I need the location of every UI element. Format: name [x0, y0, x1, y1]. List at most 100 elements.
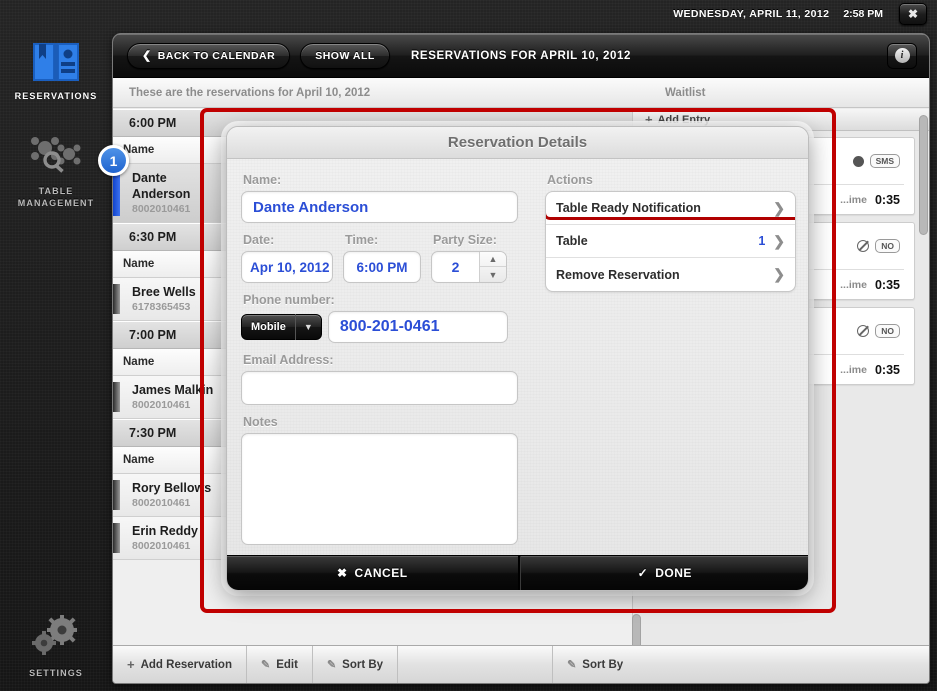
- waitlist-subtitle: Waitlist: [665, 86, 706, 99]
- x-icon: ✖: [336, 566, 348, 580]
- row-indicator: [113, 523, 120, 553]
- dialog-actions-column: Actions Table Ready Notification ❯ Table…: [531, 173, 796, 543]
- tables-icon: [31, 137, 81, 173]
- selection-indicator: [113, 170, 120, 216]
- edit-label: Edit: [276, 658, 298, 671]
- party-size-stepper[interactable]: 2 ▲ ▼: [431, 251, 507, 283]
- row-indicator: [113, 480, 120, 510]
- dialog-form-column: Name: Dante Anderson Date: Apr 10, 2012 …: [241, 173, 531, 545]
- add-reservation-label: Add Reservation: [140, 658, 232, 671]
- check-icon: ✓: [637, 566, 649, 580]
- sidebar-item-label: TABLE MANAGEMENT: [0, 185, 112, 209]
- email-input[interactable]: [241, 371, 518, 405]
- sidebar-item-table-management[interactable]: TABLE MANAGEMENT: [0, 133, 112, 209]
- phone-input[interactable]: 800-201-0461: [327, 311, 508, 343]
- done-label: DONE: [655, 566, 692, 580]
- sidebar: RESERVATIONS TABLE MANAGEMENT SETTINGS: [0, 28, 112, 691]
- sort-by-button[interactable]: ✎ Sort By: [313, 645, 399, 683]
- gears-icon: [32, 615, 77, 655]
- dialog-footer: ✖ CANCEL ✓ DONE: [227, 555, 809, 590]
- sidebar-label-line2: MANAGEMENT: [17, 198, 95, 208]
- system-date: WEDNESDAY, APRIL 11, 2012: [673, 8, 830, 20]
- wait-time-value: 0:35: [874, 278, 900, 292]
- chevron-right-icon: ❯: [773, 232, 785, 249]
- sort-by-label: Sort By: [342, 658, 384, 671]
- wait-time-label: ...ime: [840, 194, 867, 206]
- date-field: Date: Apr 10, 2012: [241, 233, 333, 283]
- sidebar-label-line1: TABLE: [38, 186, 74, 196]
- sidebar-item-reservations[interactable]: RESERVATIONS: [0, 40, 112, 102]
- status-badge: NO: [875, 324, 900, 338]
- sort-by-waitlist-label: Sort By: [582, 658, 624, 671]
- dialog-body: Name: Dante Anderson Date: Apr 10, 2012 …: [227, 159, 808, 557]
- wait-time-label: ...ime: [840, 364, 867, 376]
- done-button[interactable]: ✓ DONE: [520, 556, 809, 590]
- no-entry-icon: [857, 325, 870, 337]
- date-time-party-row: Date: Apr 10, 2012 Time: 6:00 PM Party S…: [241, 233, 531, 283]
- action-table[interactable]: Table 1 ❯: [546, 225, 795, 258]
- time-input[interactable]: 6:00 PM: [343, 251, 421, 283]
- chevron-right-icon: ❯: [773, 199, 785, 216]
- bottom-toolbar: + Add Reservation ✎ Edit ✎ Sort By ✎ Sor…: [113, 645, 929, 684]
- edit-button[interactable]: ✎ Edit: [247, 645, 313, 683]
- waitlist-scrollbar[interactable]: [919, 115, 928, 235]
- sidebar-item-settings[interactable]: SETTINGS: [0, 613, 112, 679]
- reservations-subtitle: These are the reservations for April 10,…: [129, 86, 371, 99]
- guest-name: Dante Anderson: [132, 171, 191, 201]
- action-label: Table: [556, 234, 588, 248]
- actions-heading: Actions: [547, 173, 593, 187]
- name-label: Name:: [243, 173, 282, 187]
- phone-type-value: Mobile: [251, 321, 286, 333]
- sort-by-waitlist-button[interactable]: ✎ Sort By: [553, 646, 637, 684]
- screen: WEDNESDAY, APRIL 11, 2012 2:58 PM ✖ RESE…: [0, 0, 937, 691]
- chevron-right-icon: ❯: [773, 266, 785, 282]
- guest-phone: 8002010461: [132, 399, 191, 411]
- status-badge: NO: [875, 239, 900, 253]
- back-to-calendar-button[interactable]: ❮ BACK TO CALENDAR: [127, 42, 291, 69]
- pencil-icon: ✎: [260, 659, 271, 671]
- sidebar-item-label: RESERVATIONS: [14, 91, 98, 101]
- phone-label: Phone number:: [243, 293, 335, 307]
- navigation-bar: ❮ BACK TO CALENDAR SHOW ALL RESERVATIONS…: [113, 34, 929, 78]
- guest-phone: 8002010461: [132, 540, 191, 552]
- annotation-step-badge: 1: [98, 145, 129, 176]
- notes-textarea[interactable]: [241, 433, 518, 545]
- action-remove-reservation[interactable]: Remove Reservation ❯: [546, 258, 795, 291]
- back-to-calendar-label: BACK TO CALENDAR: [157, 49, 276, 62]
- add-entry-label: Add Entry: [657, 113, 711, 126]
- date-label: Date:: [243, 233, 275, 247]
- date-input[interactable]: Apr 10, 2012: [241, 251, 333, 283]
- phone-type-select[interactable]: Mobile ▼: [241, 314, 322, 340]
- info-button[interactable]: i: [887, 42, 917, 69]
- guest-phone: 6178365453: [132, 301, 191, 313]
- guest-phone: 8002010461: [132, 497, 191, 509]
- cancel-button[interactable]: ✖ CANCEL: [227, 556, 518, 590]
- party-size-value: 2: [451, 259, 460, 275]
- party-size-field: Party Size: 2 ▲ ▼: [431, 233, 507, 283]
- party-size-label: Party Size:: [433, 233, 497, 247]
- add-entry-button[interactable]: + Add Entry: [633, 112, 710, 127]
- email-label: Email Address:: [243, 353, 334, 367]
- close-icon[interactable]: ✖: [899, 3, 927, 25]
- status-badge: SMS: [869, 154, 900, 168]
- guest-name: Rory Bellows: [132, 481, 212, 495]
- action-table-ready-notification[interactable]: Table Ready Notification ❯: [546, 192, 795, 225]
- show-all-label: SHOW ALL: [315, 49, 375, 62]
- chevron-up-icon[interactable]: ▲: [480, 252, 506, 267]
- show-all-button[interactable]: SHOW ALL: [300, 42, 390, 69]
- action-label: Table Ready Notification: [556, 201, 701, 215]
- wait-time-label: ...ime: [840, 279, 867, 291]
- reservation-details-dialog: Reservation Details Name: Dante Anderson…: [226, 126, 809, 591]
- chevron-down-icon[interactable]: ▼: [480, 267, 506, 282]
- guest-name: Erin Reddy: [132, 524, 198, 538]
- add-reservation-button[interactable]: + Add Reservation: [113, 645, 247, 683]
- system-topbar: WEDNESDAY, APRIL 11, 2012 2:58 PM ✖: [0, 0, 937, 28]
- toolbar-spacer: [398, 645, 554, 683]
- open-book-icon: [33, 43, 79, 81]
- sub-header: These are the reservations for April 10,…: [113, 78, 929, 108]
- name-input[interactable]: Dante Anderson: [241, 191, 518, 223]
- action-label: Remove Reservation: [556, 267, 680, 282]
- time-label: Time:: [345, 233, 379, 247]
- wait-time-value: 0:35: [874, 193, 900, 207]
- guest-phone: 8002010461: [132, 203, 191, 215]
